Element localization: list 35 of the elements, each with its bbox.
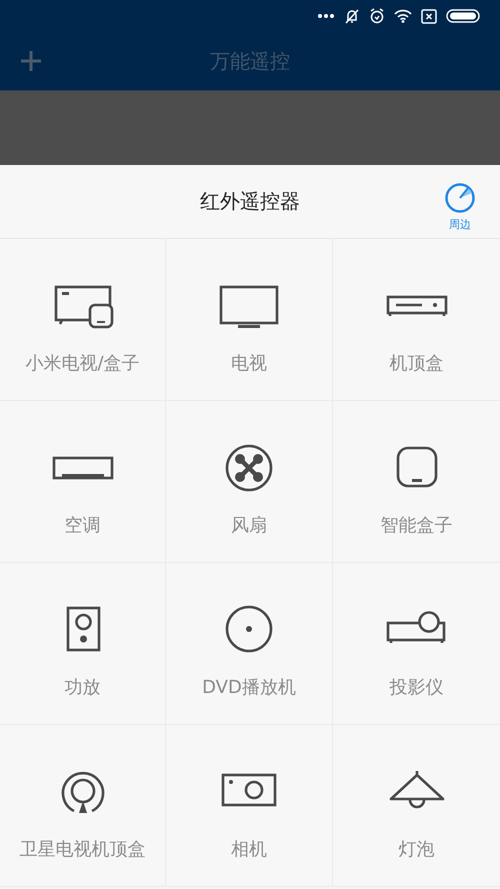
device-label: 卫星电视机顶盒 <box>20 838 146 861</box>
device-label: 空调 <box>64 514 100 537</box>
device-label: 机顶盒 <box>390 352 444 375</box>
device-tile[interactable]: 机顶盒 <box>333 239 500 401</box>
device-tile[interactable]: 相机 <box>166 725 333 887</box>
app-title: 万能遥控 <box>209 48 291 74</box>
device-tile[interactable]: 智能盒子 <box>333 401 500 563</box>
more-icon <box>317 13 335 19</box>
device-tile[interactable]: 小米电视/盒子 <box>0 239 166 401</box>
device-label: 相机 <box>231 838 267 861</box>
device-tile[interactable]: 空调 <box>0 401 166 563</box>
device-label: 灯泡 <box>398 838 434 861</box>
wifi-icon <box>394 9 412 23</box>
battery-icon <box>446 9 480 23</box>
device-tile[interactable]: 投影仪 <box>333 563 500 725</box>
device-label: 智能盒子 <box>380 514 452 537</box>
sheet-title: 红外遥控器 <box>199 188 301 215</box>
device-label: 小米电视/盒子 <box>25 352 140 375</box>
nearby-button[interactable]: 周边 <box>440 182 480 232</box>
no-sim-icon <box>421 8 437 24</box>
device-tile[interactable]: DVD播放机 <box>166 563 333 725</box>
muted-bell-icon <box>344 8 360 24</box>
device-label: 电视 <box>231 352 267 375</box>
alarm-icon <box>369 8 385 24</box>
device-tile[interactable]: 功放 <box>0 563 166 725</box>
device-label: DVD播放机 <box>202 676 296 699</box>
add-icon[interactable] <box>20 50 42 72</box>
device-tile[interactable]: 卫星电视机顶盒 <box>0 725 166 887</box>
radar-icon <box>444 182 476 214</box>
device-tile[interactable]: 风扇 <box>166 401 333 563</box>
device-label: 风扇 <box>231 514 267 537</box>
device-tile[interactable]: 电视 <box>166 239 333 401</box>
device-label: 投影仪 <box>390 676 444 699</box>
device-tile[interactable]: 灯泡 <box>333 725 500 887</box>
device-label: 功放 <box>64 676 100 699</box>
